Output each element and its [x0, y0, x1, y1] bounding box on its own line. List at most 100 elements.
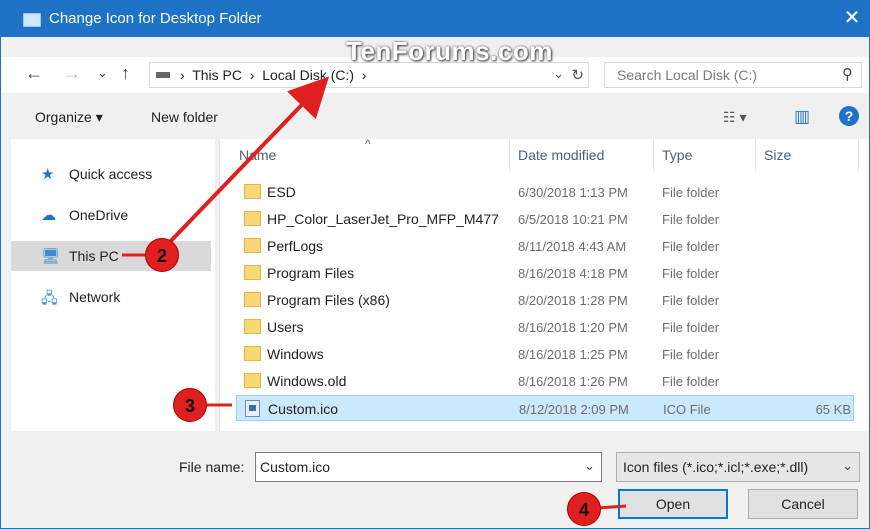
dialog-window: Change Icon for Desktop Folder ✕ ← → ⌄ ↑… [0, 0, 870, 529]
file-name: Windows [267, 346, 324, 362]
cancel-button[interactable]: Cancel [748, 489, 858, 519]
file-date: 8/16/2018 1:20 PM [518, 320, 628, 335]
computer-icon: 🖥 [41, 248, 61, 265]
open-button[interactable]: Open [618, 489, 728, 519]
sidebar-item-onedrive[interactable]: ☁ OneDrive [11, 200, 211, 230]
chevron-down-icon[interactable]: ⌄ [842, 458, 853, 474]
title-bar: Change Icon for Desktop Folder ✕ [1, 1, 869, 37]
file-type: File folder [662, 239, 720, 254]
column-name[interactable]: Name [239, 147, 276, 163]
filename-label: File name: [179, 459, 245, 475]
column-type[interactable]: Type [662, 147, 692, 163]
filename-input[interactable]: Custom.ico ⌄ [255, 452, 602, 482]
folder-icon [244, 184, 261, 199]
sidebar-item-label: This PC [69, 248, 119, 264]
file-size: 65 KB [815, 402, 851, 417]
list-item-selected[interactable]: Custom.ico 8/12/2018 2:09 PM ICO File 65… [236, 395, 854, 421]
chevron-down-icon[interactable]: ⌄ [553, 66, 564, 82]
list-item[interactable]: ESD 6/30/2018 1:13 PM File folder [236, 179, 854, 205]
sidebar-item-network[interactable]: 🖧 Network [11, 282, 211, 312]
sidebar-item-this-pc[interactable]: 🖥 This PC [11, 241, 211, 271]
step-badge-3: 3 [173, 388, 207, 422]
file-date: 8/12/2018 2:09 PM [519, 402, 629, 417]
file-type: File folder [662, 320, 720, 335]
recent-locations-icon[interactable]: ⌄ [97, 65, 108, 81]
sidebar-item-label: OneDrive [69, 207, 129, 223]
filename-value: Custom.ico [260, 459, 331, 475]
file-name: ESD [267, 184, 296, 200]
list-item[interactable]: Users 8/16/2018 1:20 PM File folder [236, 314, 854, 340]
file-list: Name ^ Date modified Type Size ESD 6/30/… [219, 137, 869, 431]
list-item[interactable]: Windows.old 8/16/2018 1:26 PM File folde… [236, 368, 854, 394]
navigation-pane: ★ Quick access ☁ OneDrive 🖥 This PC 🖧 Ne… [11, 139, 215, 431]
file-type: File folder [662, 293, 720, 308]
sort-arrow-icon: ^ [365, 137, 371, 151]
search-placeholder: Search Local Disk (C:) [617, 67, 758, 83]
folder-icon [244, 346, 261, 361]
file-date: 6/30/2018 1:13 PM [518, 185, 628, 200]
file-date: 8/16/2018 4:18 PM [518, 266, 628, 281]
folder-icon [244, 238, 261, 253]
file-name: Windows.old [267, 373, 347, 389]
back-arrow-icon[interactable]: ← [25, 63, 43, 84]
breadcrumb-local-disk[interactable]: Local Disk (C:) [262, 67, 354, 83]
cloud-icon: ☁ [41, 207, 56, 224]
file-type-filter[interactable]: Icon files (*.ico;*.icl;*.exe;*.dll) ⌄ [616, 452, 860, 482]
folder-icon [244, 292, 261, 307]
file-date: 8/16/2018 1:26 PM [518, 374, 628, 389]
folder-window-icon [23, 13, 41, 27]
file-type: File folder [662, 266, 720, 281]
folder-icon [244, 265, 261, 280]
list-item[interactable]: Windows 8/16/2018 1:25 PM File folder [236, 341, 854, 367]
list-item[interactable]: Program Files 8/16/2018 4:18 PM File fol… [236, 260, 854, 286]
close-icon[interactable]: ✕ [835, 1, 869, 37]
file-type: File folder [662, 185, 720, 200]
folder-icon [244, 319, 261, 334]
sidebar-item-label: Quick access [69, 166, 153, 182]
list-item[interactable]: Program Files (x86) 8/20/2018 1:28 PM Fi… [236, 287, 854, 313]
file-type: File folder [662, 374, 720, 389]
sidebar-item-label: Network [69, 289, 121, 305]
file-type: File folder [662, 347, 720, 362]
file-type: ICO File [663, 402, 711, 417]
file-type: File folder [662, 212, 720, 227]
breadcrumb-this-pc[interactable]: This PC [192, 67, 242, 83]
search-box[interactable]: Search Local Disk (C:) ⚲ [604, 62, 862, 88]
network-icon: 🖧 [41, 290, 58, 307]
file-name: Users [267, 319, 304, 335]
step-badge-4: 4 [567, 492, 601, 526]
step-badge-2: 2 [145, 238, 179, 272]
file-date: 8/20/2018 1:28 PM [518, 293, 628, 308]
folder-icon [244, 373, 261, 388]
search-icon[interactable]: ⚲ [842, 65, 853, 83]
file-name: Custom.ico [268, 401, 339, 417]
up-arrow-icon[interactable]: ↑ [121, 63, 130, 84]
sidebar-item-quick-access[interactable]: ★ Quick access [11, 159, 211, 189]
list-item[interactable]: HP_Color_LaserJet_Pro_MFP_M477 6/5/2018 … [236, 206, 854, 232]
filter-value: Icon files (*.ico;*.icl;*.exe;*.dll) [623, 459, 809, 475]
file-date: 8/16/2018 1:25 PM [518, 347, 628, 362]
view-options-icon[interactable]: ☷ ▾ [723, 109, 746, 126]
breadcrumb: › This PC › Local Disk (C:) › [180, 67, 367, 83]
chevron-down-icon[interactable]: ⌄ [584, 458, 595, 474]
refresh-icon[interactable]: ↻ [571, 66, 584, 84]
file-name: PerfLogs [267, 238, 324, 254]
column-size[interactable]: Size [764, 147, 791, 163]
file-name: HP_Color_LaserJet_Pro_MFP_M477 [267, 211, 499, 227]
file-date: 8/11/2018 4:43 AM [518, 239, 627, 254]
column-date-modified[interactable]: Date modified [518, 147, 604, 163]
column-header: Name ^ Date modified Type Size [220, 137, 869, 171]
file-name: Program Files (x86) [267, 292, 390, 308]
dialog-title: Change Icon for Desktop Folder [49, 10, 262, 27]
star-icon: ★ [41, 166, 55, 183]
organize-button[interactable]: Organize ▾ [35, 109, 103, 126]
file-date: 6/5/2018 10:21 PM [518, 212, 628, 227]
image-file-icon [245, 400, 260, 417]
list-item[interactable]: PerfLogs 8/11/2018 4:43 AM File folder [236, 233, 854, 259]
folder-icon [244, 211, 261, 226]
new-folder-button[interactable]: New folder [151, 109, 218, 125]
help-icon[interactable]: ? [839, 106, 859, 126]
forward-arrow-icon[interactable]: → [63, 63, 81, 84]
drive-icon [156, 72, 170, 78]
preview-pane-icon[interactable]: ▥ [794, 107, 810, 127]
